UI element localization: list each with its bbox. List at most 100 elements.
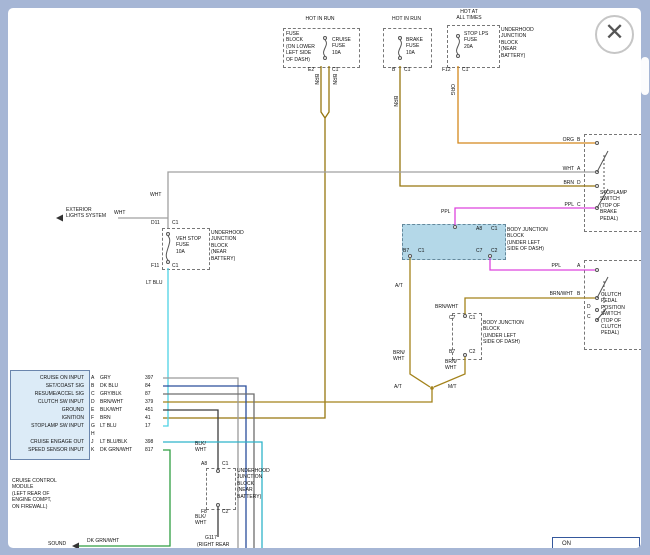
wire-color: BLK/WHT [100, 406, 122, 414]
close-button[interactable]: ✕ [595, 15, 634, 54]
cruise-module-label: CRUISE CONTROL MODULE (LEFT REAR OF ENGI… [12, 478, 57, 510]
terminal-c1-g: C1 [418, 248, 424, 254]
underhood-junction-block-bottom-label: UNDERHOOD JUNCTION BLOCK (NEAR BATTERY) [237, 468, 270, 500]
stoplamp-terminal-c: C [577, 202, 581, 208]
sound-label: SOUND [48, 541, 66, 547]
terminal-a8: A8 [476, 226, 482, 232]
terminal-c1-h: C1 [469, 315, 475, 321]
terminal-d11: D11 [151, 220, 160, 226]
fuse-block-label: FUSE BLOCK (ON LOWER LEFT SIDE OF DASH) [286, 31, 315, 63]
stoplamp-terminal-d: D [577, 180, 581, 186]
sound-arrow-icon [72, 543, 79, 549]
brn-wht-wire-label-1: BRN/WHT [533, 291, 573, 297]
terminal-c7-2: C7 [449, 315, 455, 321]
ground-location-label: (RIGHT REAR [197, 542, 229, 548]
clutch-terminal-d: D [587, 304, 591, 310]
circuit-number: 451 [145, 406, 153, 414]
diagram-world: HOT IN RUN HOT IN RUN HOT AT ALL TIMES F… [8, 8, 641, 548]
veh-stop-fuse-label: VEH STOP FUSE 10A [176, 236, 201, 255]
module-row-c: RESUME/ACCEL SIG C GRY/BLK 87 [12, 390, 182, 398]
wht-wire-label: WHT [556, 166, 574, 172]
underhood-junction-block-left-label: UNDERHOOD JUNCTION BLOCK (NEAR BATTERY) [211, 230, 244, 262]
wire-color: DK GRN/WHT [100, 446, 132, 454]
stoplamp-switch-label: STOPLAMP SWITCH (TOP OF BRAKE PEDAL) [600, 190, 627, 222]
module-row-b: SET/COAST SIG B DK BLU 84 [12, 382, 182, 390]
wire-color: GRY [100, 374, 111, 382]
clutch-switch-label: CLUTCH PEDAL POSITION SWITCH (TOP OF CLU… [601, 292, 625, 337]
brn-wire-label-1: BRN [313, 74, 319, 85]
circuit-number: 17 [145, 422, 151, 430]
wire-color: GRY/BLK [100, 390, 122, 398]
brn-wht-stacked-label-1: BRN/ WHT [393, 350, 405, 363]
pin-letter: H [91, 430, 95, 438]
at-branch-label-top: A/T [395, 283, 403, 289]
blk-wht-stacked-label-1: BLK/ WHT [195, 441, 206, 454]
brn-wht-wire-label-2: BRN/WHT [435, 304, 458, 310]
module-row-g: STOPLAMP SW INPUT G LT BLU 17 [12, 422, 182, 430]
module-row-a: CRUISE ON INPUT A GRY 397 [12, 374, 182, 382]
diagram-canvas: HOT IN RUN HOT IN RUN HOT AT ALL TIMES F… [8, 8, 641, 548]
terminal-b7-1: B7 [403, 248, 409, 254]
terminal-f12: F12 [442, 67, 451, 73]
wire-color: LT BLU [100, 422, 117, 430]
clutch-terminal-b: B [577, 291, 580, 297]
stop-lps-fuse-label: STOP LPS FUSE 20A [464, 31, 488, 50]
brake-fuse-label: BRAKE FUSE 10A [406, 37, 423, 56]
stoplamp-terminal-a: A [577, 166, 580, 172]
at-branch-label: A/T [394, 384, 402, 390]
brn-wht-stacked-label-2: BRN/ WHT [445, 359, 457, 372]
pin-function: CLUTCH SW INPUT [12, 398, 84, 406]
ppl-wire-label-3: PPL [543, 263, 561, 269]
terminal-c2-c: C2 [222, 509, 228, 515]
splice-dot [430, 386, 434, 390]
terminal-c7-1: C7 [476, 248, 482, 254]
cruise-fuse-label: CRUISE FUSE 10A [332, 37, 351, 56]
pin-function: GROUND [12, 406, 84, 414]
terminal-f11: F11 [151, 263, 159, 269]
pin-function: CRUISE ON INPUT [12, 374, 84, 382]
module-row-k: SPEED SENSOR INPUT K DK GRN/WHT 817 [12, 446, 182, 454]
circuit-number: 84 [145, 382, 151, 390]
exterior-lights-arrow-icon [56, 215, 63, 222]
hot-at-all-times-label: HOT AT ALL TIMES [441, 9, 497, 22]
terminal-c1-a: C1 [332, 67, 338, 73]
pin-letter: C [91, 390, 95, 398]
pin-letter: K [91, 446, 94, 454]
stoplamp-terminal-b: B [577, 137, 580, 143]
body-junction-block-1-label: BODY JUNCTION BLOCK (UNDER LEFT SIDE OF … [507, 227, 548, 253]
pin-function: SET/COAST SIG [12, 382, 84, 390]
pin-letter: E [91, 406, 94, 414]
blk-wht-stacked-label-2: BLK/ WHT [195, 514, 206, 527]
ppl-wire-label-2: PPL [441, 209, 450, 215]
terminal-b7-2: B7 [449, 349, 455, 355]
module-row-f: IGNITION F BRN 41 [12, 414, 182, 422]
org-wire-label-v: ORG [449, 84, 455, 95]
terminal-c1-e: C1 [172, 263, 178, 269]
scrollbar-thumb[interactable] [641, 57, 649, 95]
pin-letter: B [91, 382, 94, 390]
wire-color: DK BLU [100, 382, 118, 390]
circuit-number: 397 [145, 374, 153, 382]
pin-function: SPEED SENSOR INPUT [12, 446, 84, 454]
pin-function: CRUISE ENGAGE OUT [12, 438, 84, 446]
underhood-junction-block-top-label: UNDERHOOD JUNCTION BLOCK (NEAR BATTERY) [501, 27, 534, 59]
terminal-c2-b: C2 [469, 349, 475, 355]
wire-color: LT BLU/BLK [100, 438, 127, 446]
dk-grn-wht-wire-label: DK GRN/WHT [87, 538, 119, 544]
wiring-diagram-viewer: { "window": { "close_icon": "✕", "on_but… [0, 0, 650, 555]
brn-wire-label-3: BRN [392, 96, 398, 107]
module-row-h: H [12, 430, 182, 438]
exterior-lights-label: EXTERIOR LIGHTS SYSTEM [66, 207, 106, 220]
module-row-e: GROUND E BLK/WHT 451 [12, 406, 182, 414]
close-icon: ✕ [604, 19, 624, 46]
pin-function: RESUME/ACCEL SIG [12, 390, 84, 398]
wht-wire-label-h: WHT [114, 210, 125, 216]
brn-wht-wires [163, 258, 595, 402]
circuit-number: 379 [145, 398, 153, 406]
on-button[interactable]: ON [552, 537, 640, 548]
terminal-e2: E2 [308, 67, 314, 73]
terminal-c2-a: C2 [491, 248, 497, 254]
ppl-wire-label-1: PPL [556, 202, 574, 208]
terminal-a8-bottom: A8 [201, 461, 207, 467]
wire-color: BRN [100, 414, 111, 422]
